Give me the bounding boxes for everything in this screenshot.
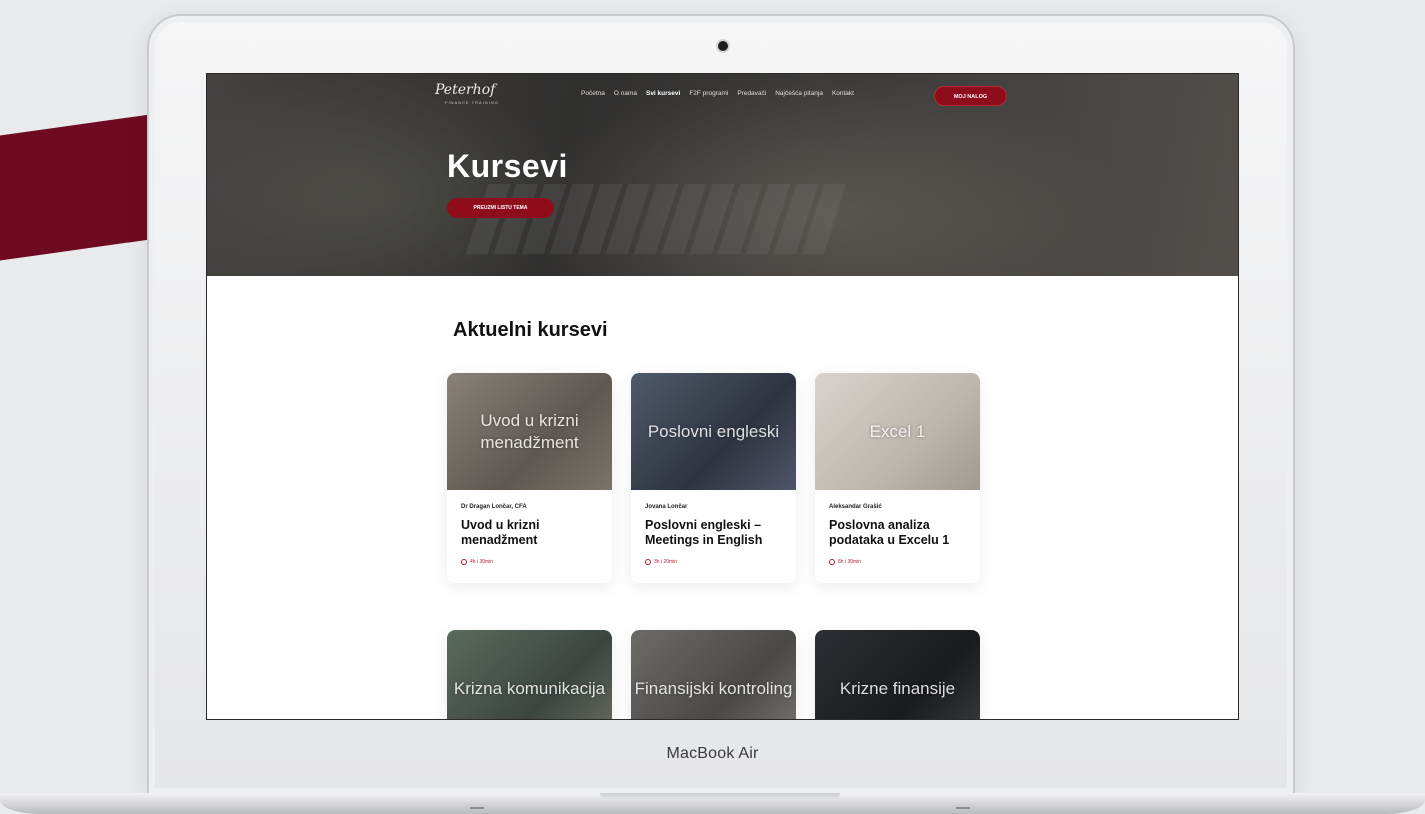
- course-title[interactable]: Poslovni engleski – Meetings in English: [645, 518, 785, 548]
- page-title: Kursevi: [447, 148, 568, 184]
- section-title: Aktuelni kursevi: [453, 319, 608, 341]
- course-card[interactable]: Krizne finansije: [815, 630, 980, 719]
- hero-overlay: [207, 74, 1238, 276]
- laptop-foot: [956, 807, 970, 809]
- course-card[interactable]: Finansijski kontroling: [631, 630, 796, 719]
- course-image[interactable]: Poslovni engleski: [631, 373, 796, 490]
- nav-item-f2f-programi[interactable]: F2F programi: [689, 90, 728, 97]
- course-title[interactable]: Uvod u krizni menadžment: [461, 518, 601, 548]
- site-logo-tagline: FINANCE TRAINING: [445, 100, 499, 105]
- course-duration-text: 4h i 30min: [470, 559, 494, 565]
- course-card[interactable]: Krizna komunikacija: [447, 630, 612, 719]
- camera-icon: [718, 41, 728, 51]
- course-title[interactable]: Poslovna analiza podataka u Excelu 1: [829, 518, 969, 548]
- course-author: Aleksandar Grašić: [829, 504, 882, 510]
- course-image[interactable]: Uvod u krizni menadžment: [447, 373, 612, 490]
- clock-icon: [645, 559, 651, 565]
- device-label: MacBook Air: [666, 745, 759, 762]
- course-card[interactable]: Excel 1 Aleksandar Grašić Poslovna anali…: [815, 373, 980, 583]
- course-image[interactable]: Krizna komunikacija: [447, 630, 612, 719]
- nav-item-svi-kursevi[interactable]: Svi kursevi: [646, 90, 680, 97]
- course-card[interactable]: Uvod u krizni menadžment Dr Dragan Lonča…: [447, 373, 612, 583]
- course-image[interactable]: Krizne finansije: [815, 630, 980, 719]
- laptop-foot: [470, 807, 484, 809]
- course-duration: 3h i 20min: [645, 559, 677, 565]
- hero-banner: Peterhof FINANCE TRAINING Početna O nama…: [207, 74, 1238, 276]
- account-button[interactable]: MOJ NALOG: [934, 86, 1007, 106]
- course-duration: 6h i 30min: [829, 559, 861, 565]
- course-author: Jovana Lončar: [645, 504, 688, 510]
- site-logo[interactable]: Peterhof: [435, 82, 495, 98]
- nav-item-predavaci[interactable]: Predavači: [737, 90, 766, 97]
- course-duration: 4h i 30min: [461, 559, 493, 565]
- laptop-base-notch: [600, 793, 840, 800]
- clock-icon: [829, 559, 835, 565]
- nav-item-pocetna[interactable]: Početna: [581, 90, 605, 97]
- course-image[interactable]: Finansijski kontroling: [631, 630, 796, 719]
- nav-item-faq[interactable]: Najčešća pitanja: [775, 90, 823, 97]
- course-image[interactable]: Excel 1: [815, 373, 980, 490]
- course-duration-text: 6h i 30min: [838, 559, 862, 565]
- course-duration-text: 3h i 20min: [654, 559, 678, 565]
- clock-icon: [461, 559, 467, 565]
- course-author: Dr Dragan Lončar, CFA: [461, 504, 527, 510]
- download-topics-button[interactable]: PREUZMI LISTU TEMA: [447, 198, 554, 218]
- browser-screen: Peterhof FINANCE TRAINING Početna O nama…: [206, 73, 1239, 720]
- main-nav: Početna O nama Svi kursevi F2F programi …: [581, 90, 854, 97]
- nav-item-o-nama[interactable]: O nama: [614, 90, 637, 97]
- nav-item-kontakt[interactable]: Kontakt: [832, 90, 854, 97]
- course-card[interactable]: Poslovni engleski Jovana Lončar Poslovni…: [631, 373, 796, 583]
